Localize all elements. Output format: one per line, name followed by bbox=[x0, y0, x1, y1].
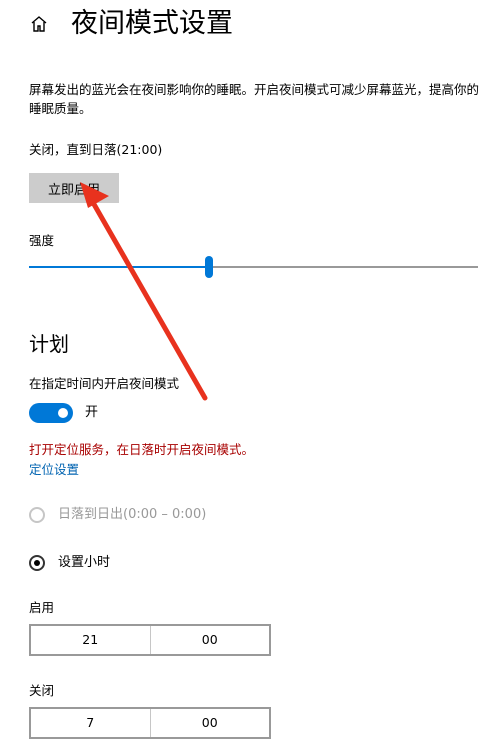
schedule-toggle[interactable] bbox=[29, 403, 73, 423]
night-light-settings-page: 夜间模式设置 屏幕发出的蓝光会在夜间影响你的睡眠。开启夜间模式可减少屏幕蓝光，提… bbox=[0, 0, 491, 748]
set-hours-label: 设置小时 bbox=[58, 555, 111, 570]
sunset-to-sunrise-radio[interactable] bbox=[29, 507, 45, 523]
schedule-section-title: 计划 bbox=[29, 332, 69, 356]
page-title: 夜间模式设置 bbox=[71, 8, 233, 39]
radio-selected-dot bbox=[34, 560, 40, 566]
off-time-label: 关闭 bbox=[29, 683, 55, 698]
strength-label: 强度 bbox=[29, 233, 55, 248]
on-time-picker[interactable]: 21 00 bbox=[29, 624, 271, 656]
slider-track-empty[interactable] bbox=[212, 266, 478, 268]
on-minute-field[interactable]: 00 bbox=[151, 626, 270, 654]
on-time-label: 启用 bbox=[29, 600, 55, 615]
on-hour-field[interactable]: 21 bbox=[31, 626, 151, 654]
set-hours-radio[interactable] bbox=[29, 555, 45, 571]
description-text: 屏幕发出的蓝光会在夜间影响你的睡眠。开启夜间模式可减少屏幕蓝光，提高你的睡眠质量… bbox=[29, 82, 480, 116]
slider-thumb[interactable] bbox=[204, 256, 213, 278]
sunset-to-sunrise-label: 日落到日出(0:00 – 0:00) bbox=[58, 507, 207, 522]
off-time-picker[interactable]: 7 00 bbox=[29, 707, 271, 739]
status-text: 关闭，直到日落(21:00) bbox=[29, 142, 163, 157]
off-hour-field[interactable]: 7 bbox=[31, 709, 151, 737]
toggle-knob bbox=[58, 408, 68, 418]
schedule-toggle-label: 在指定时间内开启夜间模式 bbox=[29, 376, 180, 391]
enable-now-button[interactable]: 立即启用 bbox=[29, 173, 119, 203]
off-minute-field[interactable]: 00 bbox=[151, 709, 270, 737]
location-warning: 打开定位服务，在日落时开启夜间模式。 bbox=[29, 442, 255, 457]
slider-track-filled[interactable] bbox=[29, 266, 209, 268]
home-icon[interactable] bbox=[29, 14, 49, 34]
location-settings-link[interactable]: 定位设置 bbox=[29, 460, 79, 480]
toggle-state-label: 开 bbox=[85, 405, 99, 420]
